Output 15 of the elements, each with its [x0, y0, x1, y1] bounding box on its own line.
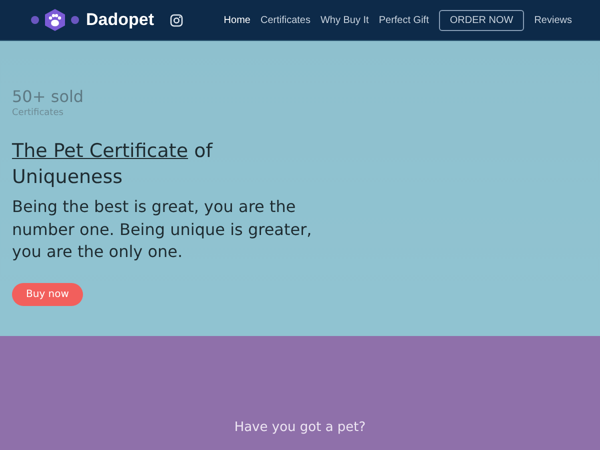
hero-title: The Pet Certificate of Uniqueness — [12, 139, 214, 190]
nav-link[interactable]: Why Buy It — [320, 14, 369, 26]
sold-count: 50+ sold — [12, 87, 85, 106]
brand-name[interactable]: Dadopet — [86, 10, 154, 30]
section-heading: Have you got a pet? — [233, 420, 367, 435]
nav-link[interactable]: Home — [224, 14, 250, 26]
order-button[interactable]: ORDER NOW — [438, 10, 524, 30]
nav-link[interactable]: Perfect Gift — [378, 14, 429, 26]
paw-logo-icon[interactable] — [28, 8, 82, 32]
nav-link[interactable]: Certificates — [260, 14, 310, 26]
nav-link[interactable]: Reviews — [534, 14, 572, 26]
title-link[interactable]: The Pet Certificate — [12, 140, 188, 162]
instagram-icon[interactable] — [170, 14, 183, 26]
hero-text: Being the best is great, you are the number one. Being unique is greater, you are the only one. — [12, 196, 312, 263]
sold-label: Certificates — [12, 108, 64, 118]
